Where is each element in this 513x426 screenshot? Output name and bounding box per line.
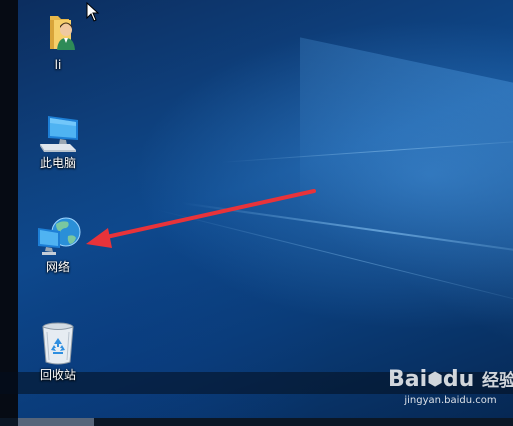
screen-edge [0, 0, 18, 426]
wallpaper-light-pane [300, 37, 513, 383]
user-folder-icon [50, 16, 75, 50]
paw-logo-icon: ⬢ [427, 369, 443, 390]
baidu-jingyan-watermark: Bai⬢du 经验 jingyan.baidu.com [388, 367, 513, 407]
watermark-url: jingyan.baidu.com [404, 395, 497, 406]
desktop-icon-label: 回收站 [39, 368, 76, 382]
desktop-icon-label: li [54, 58, 62, 72]
desktop-icon-label: 网络 [45, 260, 70, 274]
desktop-icon-label: 此电脑 [39, 156, 76, 170]
desktop: li 此电脑 网络 回收站 Bai⬢du 经验 jingyan.baidu.co… [0, 0, 513, 426]
taskbar-button[interactable] [18, 418, 94, 426]
watermark-logo: Bai⬢du 经验 [388, 367, 513, 392]
desktop-icon-this-pc[interactable]: 此电脑 [26, 112, 90, 170]
desktop-icon-recycle-bin[interactable]: 回收站 [26, 320, 90, 382]
recycle-bin-icon [42, 322, 74, 365]
mouse-cursor-icon [86, 2, 100, 22]
desktop-icon-user-folder[interactable]: li [26, 10, 90, 72]
desktop-icon-network[interactable]: 网络 [26, 216, 90, 274]
network-icon [38, 217, 81, 255]
computer-icon [40, 116, 78, 152]
